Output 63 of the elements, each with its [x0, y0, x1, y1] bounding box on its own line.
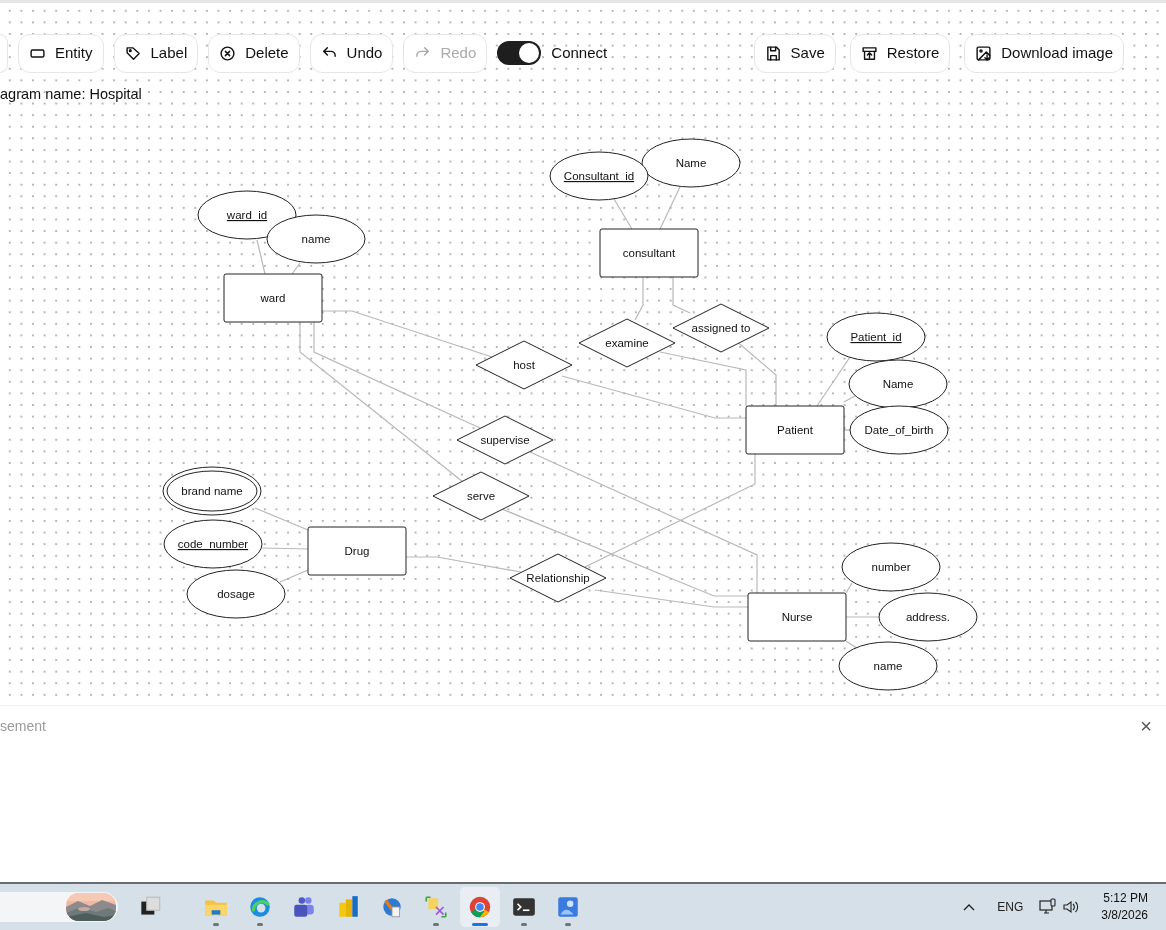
- people-icon: [291, 894, 317, 920]
- diagram-name: agram name: Hospital: [0, 85, 143, 104]
- connector-line: [845, 616, 880, 618]
- connector-line: [843, 429, 851, 431]
- entity-box: Patient: [745, 405, 845, 455]
- relationship-diamond: supervise: [456, 415, 554, 465]
- app-icon: [555, 894, 581, 920]
- entity-box: ward: [223, 273, 323, 323]
- connector-line: [291, 262, 301, 275]
- connect-label: Connect: [551, 42, 608, 63]
- attribute-ellipse: Name: [848, 359, 948, 409]
- tag-icon: [124, 44, 142, 62]
- attribute-ellipse: dosage: [186, 569, 286, 619]
- toolbar-button[interactable]: Undo: [309, 33, 394, 73]
- toolbar-button[interactable]: Save: [753, 33, 836, 73]
- connector-line: [254, 507, 309, 531]
- connector-line: [659, 186, 681, 230]
- connector-line: [613, 198, 633, 230]
- panel-title: sement: [0, 717, 46, 736]
- browser-icon: [247, 894, 273, 920]
- multivalued-attribute-ellipse: brand name: [162, 466, 262, 516]
- image-download-icon: [975, 44, 993, 62]
- connector-line: [256, 239, 266, 275]
- chevron-up-icon[interactable]: [963, 903, 976, 911]
- key-attribute-ellipse: Patient_id: [826, 312, 926, 362]
- connector-line: [634, 276, 644, 321]
- relationship-diamond: Relationship: [509, 553, 607, 603]
- entity-box: Nurse: [747, 592, 847, 642]
- toolbar-button[interactable]: Entity: [18, 33, 104, 73]
- attribute-ellipse: number: [841, 542, 941, 592]
- relationship-diamond: examine: [578, 318, 676, 368]
- key-attribute-ellipse: Consultant_id: [549, 151, 649, 201]
- tools-icon: [423, 894, 449, 920]
- browser-icon: [467, 894, 493, 920]
- relationship-diamond: assigned to: [672, 303, 770, 353]
- entity-box: consultant: [599, 228, 699, 278]
- clock-time[interactable]: 5:12 PM: [1101, 890, 1148, 907]
- close-button[interactable]: ×: [1140, 716, 1152, 736]
- connector-line: [845, 582, 853, 594]
- clock-date[interactable]: 3/8/2026: [1101, 907, 1148, 924]
- save-icon: [764, 44, 782, 62]
- entity-box: Drug: [307, 526, 407, 576]
- language-indicator[interactable]: ENG: [997, 898, 1024, 916]
- relationship-diamond: host: [475, 340, 573, 390]
- connector-line: [672, 276, 691, 314]
- attribute-ellipse: name: [838, 641, 938, 691]
- archive-icon: [860, 44, 878, 62]
- key-attribute-ellipse: code_number: [163, 519, 263, 569]
- network-icon[interactable]: [1039, 898, 1058, 916]
- delete-icon: [219, 44, 237, 62]
- attribute-ellipse: Name: [641, 138, 741, 188]
- attribute-ellipse: name: [266, 214, 366, 264]
- toolbar-button[interactable]: Label: [113, 33, 199, 73]
- connect-toggle[interactable]: [497, 41, 542, 65]
- toolbar-button[interactable]: Download image: [964, 33, 1124, 73]
- relationship-diamond: serve: [432, 471, 530, 521]
- search-field[interactable]: [0, 892, 118, 922]
- attribute-ellipse: Date_of_birth: [849, 405, 949, 455]
- connector-line: [261, 547, 309, 550]
- toolbar-button[interactable]: Restore: [849, 33, 951, 73]
- attribute-ellipse: address.: [878, 592, 978, 642]
- connector-line: [279, 569, 309, 583]
- toolbar-button[interactable]: Delete: [208, 33, 300, 73]
